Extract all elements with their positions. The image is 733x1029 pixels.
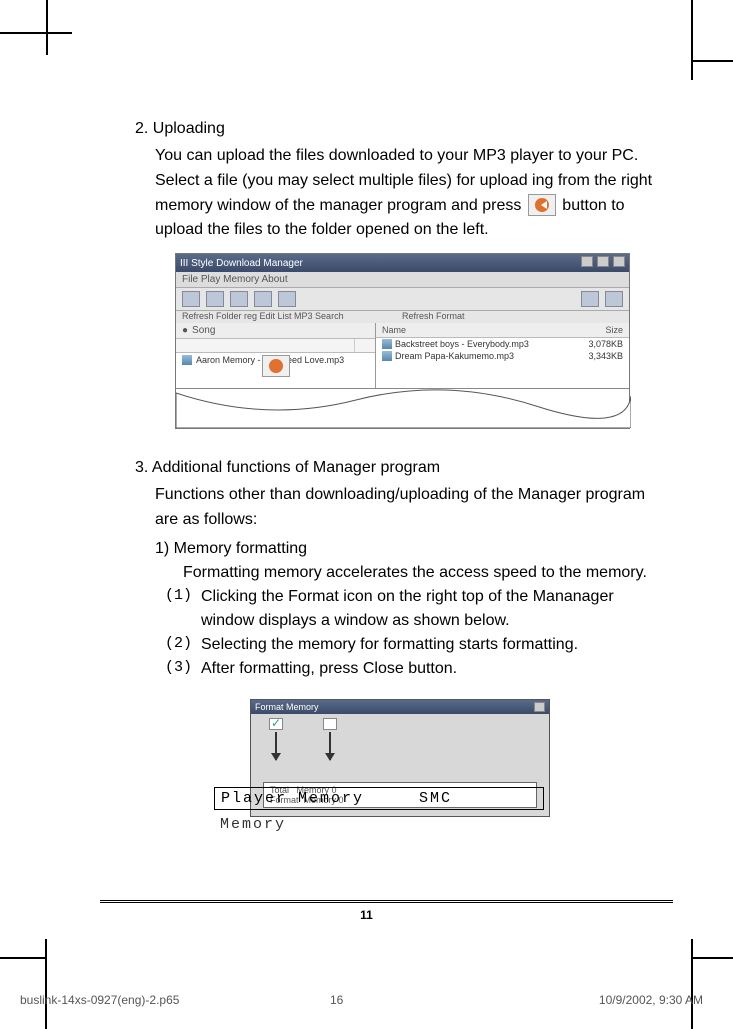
smc-memory-option [323,718,337,760]
tool-icon [182,291,200,307]
close-icon [534,702,545,712]
window-title: III Style Download Manager [180,258,303,269]
page-number: 11 [0,908,733,922]
left-tool-labels: Refresh Folder reg Edit List MP3 Search [182,311,382,321]
format-title-text: Format Memory [255,702,319,712]
callout-player-smc: Player Memory SMC [214,787,544,810]
music-file-icon [382,351,392,361]
crop-mark [691,0,693,80]
step-2: (2) Selecting the memory for formatting … [165,633,665,657]
tool-icon [605,291,623,307]
checkbox-checked-icon [269,718,283,730]
window-controls [580,256,625,270]
menu-bar: File Play Memory About [176,272,629,288]
crop-mark [693,60,733,62]
step-1: (1) Clicking the Format icon on the righ… [165,585,665,633]
step-text: After formatting, press Close button. [201,657,665,681]
tool-icon [230,291,248,307]
tool-icon [581,291,599,307]
tool-icon [206,291,224,307]
format-titlebar: Format Memory [251,700,549,714]
crop-mark [0,32,72,34]
section-3: 3. Additional functions of Manager progr… [135,459,665,817]
right-file-row: Backstreet boys - Everybody.mp3 3,078KB [376,338,629,350]
arrow-down-icon [329,732,331,760]
footer-page: 16 [330,993,343,1007]
torn-edge [176,388,629,428]
crop-mark [0,957,45,959]
right-pane: Name Size Backstreet boys - Everybody.mp… [376,323,629,388]
crop-mark [691,939,693,1029]
right-file-row: Dream Papa-Kakumemo.mp3 3,343KB [376,350,629,362]
item-1-body: Formatting memory accelerates the access… [183,561,665,585]
crop-mark [693,957,733,959]
step-number: (1) [165,585,195,633]
window-titlebar: III Style Download Manager [176,254,629,272]
section-2-title: 2. Uploading [135,120,665,138]
maximize-icon [597,256,609,267]
col-size: Size [605,325,623,335]
checkbox-icon [323,718,337,730]
tool-icon [278,291,296,307]
item-1-title: 1) Memory formatting [155,537,665,561]
print-footer: buslink-14xs-0927(eng)-2.p65 16 10/9/200… [20,993,703,1007]
footer-filename: buslink-14xs-0927(eng)-2.p65 [20,993,179,1007]
format-window-screenshot: Format Memory Total Memory 0 Format Memo… [250,699,550,817]
minimize-icon [581,256,593,267]
callout-memory: Memory [220,816,286,833]
right-headers: Name Size [376,323,629,338]
tool-icon [254,291,272,307]
manager-screenshot: III Style Download Manager File Play Mem… [175,253,630,429]
crop-mark [45,939,47,1029]
col-name: Name [382,325,406,335]
step-text: Selecting the memory for formatting star… [201,633,665,657]
music-file-icon [382,339,392,349]
right-tool-labels: Refresh Format [382,311,623,321]
section-3-title: 3. Additional functions of Manager progr… [135,459,665,477]
format-body [251,714,549,780]
upload-arrow-icon [528,194,556,216]
section-3-intro: Functions other than downloading/uploadi… [155,483,665,533]
split-panes: ●Song Aaron Memory - You Need Love.mp3 N… [176,323,629,388]
left-pane: ●Song Aaron Memory - You Need Love.mp3 [176,323,376,388]
crop-mark [46,0,48,55]
page-rule [100,900,673,904]
upload-button-icon [262,355,290,377]
player-memory-option [269,718,283,760]
step-number: (2) [165,633,195,657]
left-combo: ●Song [176,323,375,339]
step-3: (3) After formatting, press Close button… [165,657,665,681]
music-file-icon [182,355,192,365]
footer-timestamp: 10/9/2002, 9:30 AM [599,993,703,1007]
arrow-down-icon [275,732,277,760]
step-text: Clicking the Format icon on the right to… [201,585,665,633]
close-icon [613,256,625,267]
toolbar [176,288,629,311]
page-content: 2. Uploading You can upload the files do… [135,120,665,817]
section-2-paragraph: You can upload the files downloaded to y… [155,144,665,243]
step-number: (3) [165,657,195,681]
